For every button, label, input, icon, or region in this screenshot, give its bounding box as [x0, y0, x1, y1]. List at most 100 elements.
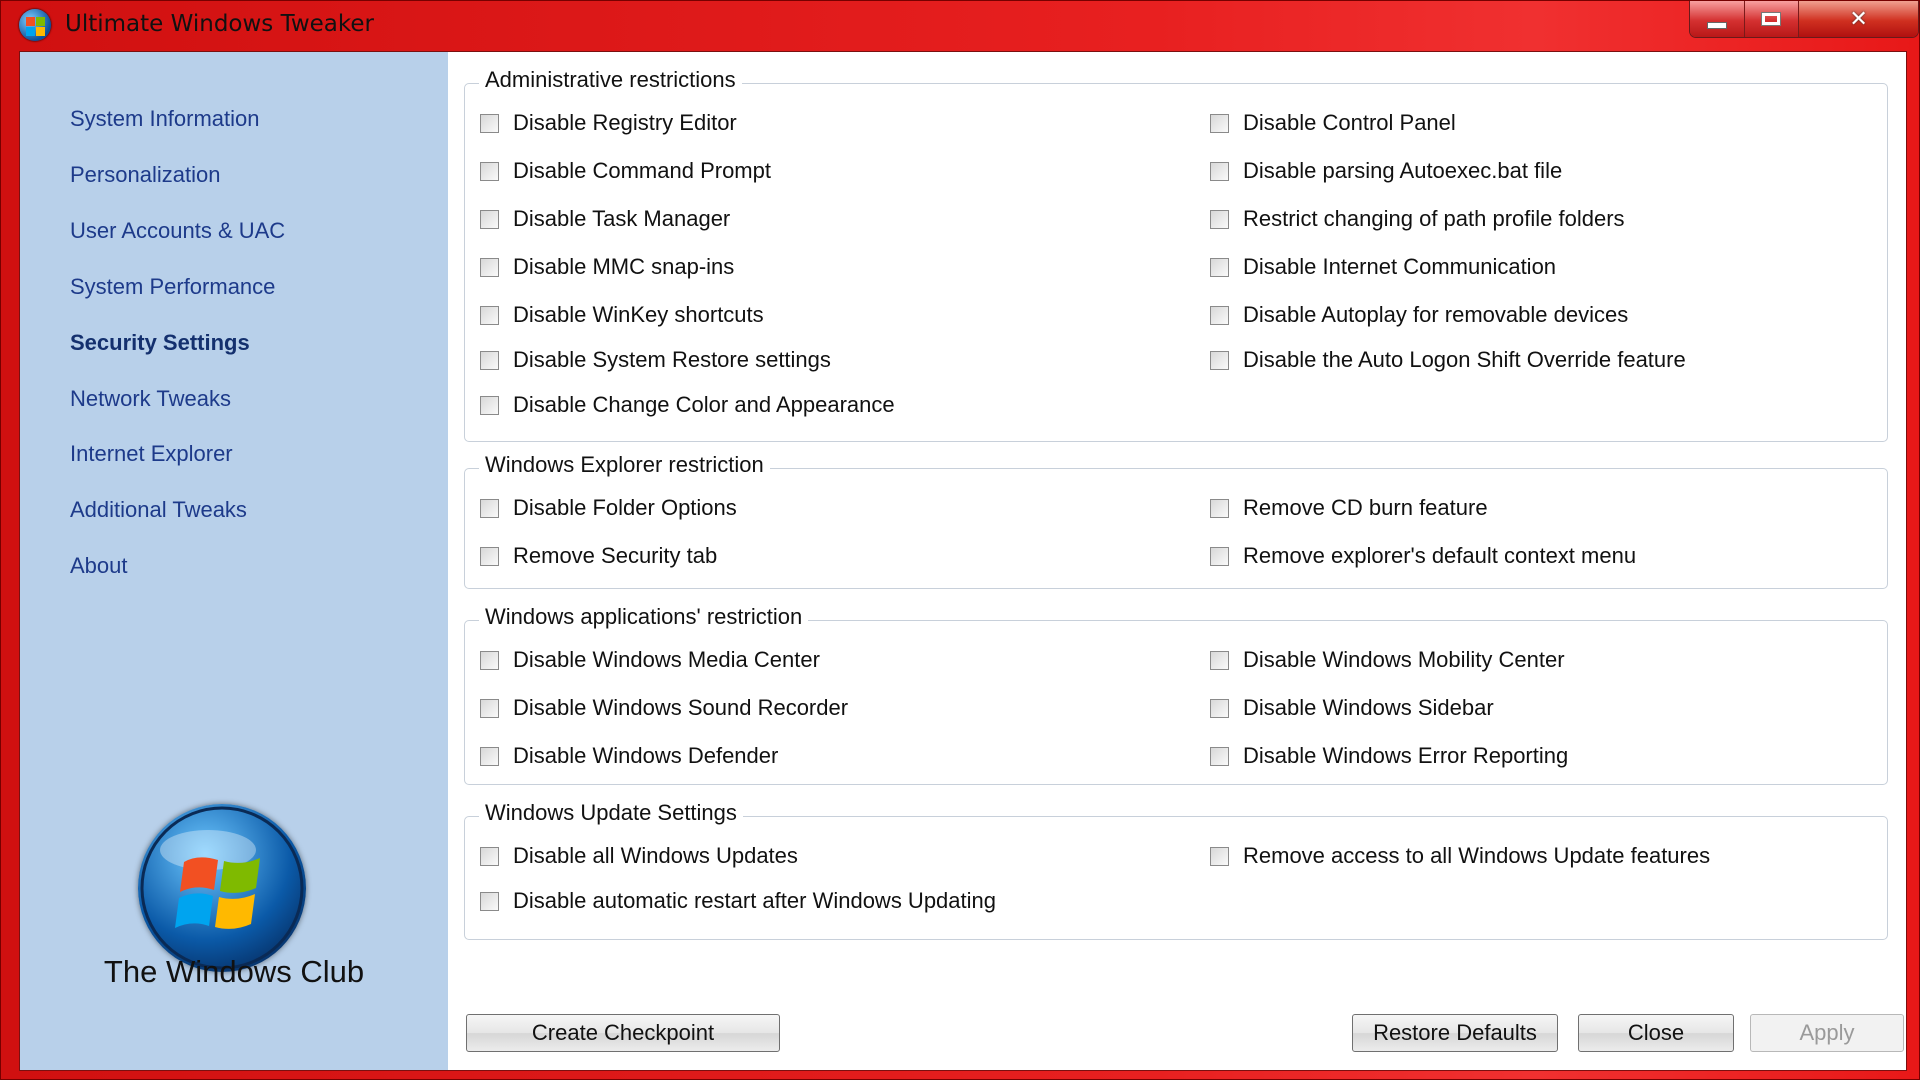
sidebar-item[interactable]: Internet Explorer: [70, 441, 233, 467]
group-windows-update: Windows Update Settings Disable all Wind…: [464, 800, 1888, 940]
option-row[interactable]: Disable Windows Mobility Center: [1195, 647, 1565, 673]
option-row[interactable]: Remove access to all Windows Update feat…: [1195, 843, 1710, 869]
client-area: System Information Personalization User Ac…: [19, 51, 1907, 1071]
group-applications-restriction: Windows applications' restriction Disabl…: [464, 604, 1888, 785]
option-row[interactable]: Remove CD burn feature: [1195, 495, 1488, 521]
minimize-button[interactable]: [1690, 1, 1745, 37]
option-checkbox[interactable]: [1210, 257, 1229, 277]
option-checkbox[interactable]: [1210, 746, 1229, 766]
sidebar: System Information Personalization User Ac…: [20, 52, 448, 1070]
option-label: Disable Task Manager: [513, 206, 731, 231]
option-row[interactable]: Disable Change Color and Appearance: [465, 392, 895, 418]
option-checkbox[interactable]: [480, 113, 499, 133]
option-label: Disable System Restore settings: [513, 347, 831, 372]
option-row[interactable]: Remove explorer's default context menu: [1195, 543, 1636, 569]
option-row[interactable]: Disable Folder Options: [465, 495, 737, 521]
sidebar-item[interactable]: Security Settings: [70, 330, 250, 356]
option-row[interactable]: Disable automatic restart after Windows …: [465, 888, 996, 914]
option-row[interactable]: Disable Registry Editor: [465, 110, 737, 136]
option-row[interactable]: Disable Windows Sound Recorder: [465, 695, 848, 721]
sidebar-item[interactable]: User Accounts & UAC: [70, 218, 285, 244]
option-checkbox[interactable]: [480, 650, 499, 670]
option-row[interactable]: Disable parsing Autoexec.bat file: [1195, 158, 1562, 184]
sidebar-item[interactable]: Additional Tweaks: [70, 497, 247, 523]
option-label: Remove explorer's default context menu: [1243, 543, 1637, 568]
group-administrative-restrictions: Administrative restrictions Disable Regi…: [464, 67, 1888, 442]
close-button[interactable]: Close: [1578, 1014, 1734, 1052]
option-label: Disable Windows Sound Recorder: [513, 695, 849, 720]
option-label: Remove Security tab: [513, 543, 718, 568]
option-row[interactable]: Disable MMC snap-ins: [465, 254, 734, 280]
sidebar-item[interactable]: Network Tweaks: [70, 386, 231, 412]
sidebar-item[interactable]: System Information: [70, 106, 260, 132]
option-row[interactable]: Disable Windows Error Reporting: [1195, 743, 1568, 769]
option-checkbox[interactable]: [1210, 498, 1229, 518]
option-checkbox[interactable]: [1210, 846, 1229, 866]
option-checkbox[interactable]: [480, 350, 499, 370]
group-title: Administrative restrictions: [479, 67, 742, 93]
option-row[interactable]: Remove Security tab: [465, 543, 717, 569]
main-content: Administrative restrictions Disable Regi…: [448, 52, 1906, 1070]
option-row[interactable]: Disable WinKey shortcuts: [465, 302, 764, 328]
option-label: Disable Windows Media Center: [513, 647, 820, 672]
option-row[interactable]: Disable Command Prompt: [465, 158, 771, 184]
group-title: Windows applications' restriction: [479, 604, 809, 630]
app-window: Ultimate Windows Tweaker ✕ System Inform…: [0, 0, 1920, 1080]
option-row[interactable]: Disable Windows Sidebar: [1195, 695, 1494, 721]
option-checkbox[interactable]: [480, 698, 499, 718]
option-checkbox[interactable]: [480, 846, 499, 866]
option-row[interactable]: Disable the Auto Logon Shift Override fe…: [1195, 347, 1686, 373]
restore-defaults-button[interactable]: Restore Defaults: [1352, 1014, 1558, 1052]
option-checkbox[interactable]: [1210, 113, 1229, 133]
option-checkbox[interactable]: [1210, 698, 1229, 718]
option-row[interactable]: Disable Task Manager: [465, 206, 730, 232]
group-explorer-restriction: Windows Explorer restriction Disable Fol…: [464, 452, 1888, 589]
option-checkbox[interactable]: [1210, 650, 1229, 670]
sidebar-item[interactable]: About: [70, 553, 128, 579]
option-label: Disable MMC snap-ins: [513, 254, 735, 279]
option-row[interactable]: Restrict changing of path profile folder…: [1195, 206, 1625, 232]
option-checkbox[interactable]: [480, 891, 499, 911]
option-row[interactable]: Disable System Restore settings: [465, 347, 831, 373]
sidebar-item[interactable]: System Performance: [70, 274, 275, 300]
option-label: Remove CD burn feature: [1243, 495, 1488, 520]
maximize-button[interactable]: [1744, 1, 1800, 37]
close-icon: ✕: [1849, 6, 1868, 32]
app-logo-icon: [19, 9, 51, 41]
create-checkpoint-button[interactable]: Create Checkpoint: [466, 1014, 780, 1052]
option-label: Disable parsing Autoexec.bat file: [1243, 158, 1563, 183]
option-label: Disable Internet Communication: [1243, 254, 1557, 279]
maximize-icon: [1761, 12, 1782, 26]
option-checkbox[interactable]: [480, 257, 499, 277]
option-checkbox[interactable]: [1210, 350, 1229, 370]
option-label: Disable Change Color and Appearance: [513, 392, 895, 417]
option-checkbox[interactable]: [480, 161, 499, 181]
option-checkbox[interactable]: [1210, 161, 1229, 181]
apply-button[interactable]: Apply: [1750, 1014, 1904, 1052]
option-row[interactable]: Disable Windows Media Center: [465, 647, 820, 673]
option-checkbox[interactable]: [480, 746, 499, 766]
group-title: Windows Update Settings: [479, 800, 743, 826]
option-checkbox[interactable]: [480, 546, 499, 566]
title-bar[interactable]: Ultimate Windows Tweaker ✕: [1, 1, 1920, 51]
sidebar-item[interactable]: Personalization: [70, 162, 220, 188]
option-checkbox[interactable]: [480, 305, 499, 325]
option-checkbox[interactable]: [480, 395, 499, 415]
option-label: Disable Windows Mobility Center: [1243, 647, 1565, 672]
option-row[interactable]: Disable Autoplay for removable devices: [1195, 302, 1628, 328]
option-row[interactable]: Disable Internet Communication: [1195, 254, 1556, 280]
option-label: Disable Windows Error Reporting: [1243, 743, 1569, 768]
option-row[interactable]: Disable Windows Defender: [465, 743, 778, 769]
option-checkbox[interactable]: [480, 498, 499, 518]
option-checkbox[interactable]: [1210, 546, 1229, 566]
option-checkbox[interactable]: [480, 209, 499, 229]
option-row[interactable]: Disable Control Panel: [1195, 110, 1456, 136]
option-label: Disable the Auto Logon Shift Override fe…: [1243, 347, 1686, 372]
option-row[interactable]: Disable all Windows Updates: [465, 843, 798, 869]
option-checkbox[interactable]: [1210, 305, 1229, 325]
option-label: Disable Windows Sidebar: [1243, 695, 1494, 720]
option-label: Disable Windows Defender: [513, 743, 779, 768]
close-window-button[interactable]: ✕: [1799, 1, 1918, 37]
option-checkbox[interactable]: [1210, 209, 1229, 229]
window-controls: ✕: [1689, 1, 1919, 38]
